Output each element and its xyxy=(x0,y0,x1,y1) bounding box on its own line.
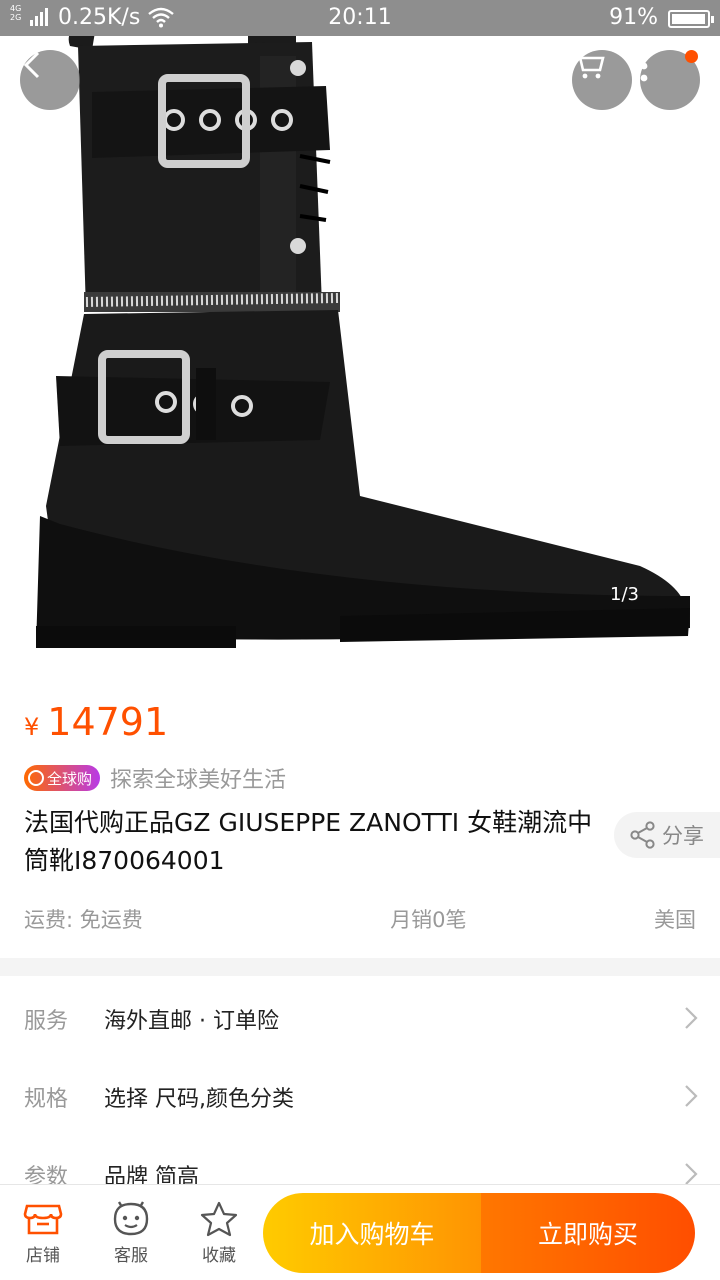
battery-icon xyxy=(668,10,714,28)
notification-dot xyxy=(685,50,698,63)
product-title: 法国代购正品GZ GIUSEPPE ZANOTTI 女鞋潮流中筒靴I870064… xyxy=(24,808,593,875)
service-value: 海外直邮 · 订单险 xyxy=(104,1009,279,1034)
service-icon xyxy=(113,1201,149,1236)
add-to-cart-button[interactable]: 加入购物车 xyxy=(263,1193,481,1273)
share-icon xyxy=(630,821,655,849)
spec-value: 选择 尺码,颜色分类 xyxy=(104,1087,294,1112)
store-label: 店铺 xyxy=(26,1246,60,1266)
more-button[interactable] xyxy=(640,50,700,110)
chevron-right-icon xyxy=(685,1163,698,1185)
shipping-fee: 运费: 免运费 xyxy=(24,908,143,932)
monthly-sales: 月销0笔 xyxy=(390,908,467,932)
favorite-label: 收藏 xyxy=(202,1246,236,1266)
share-label: 分享 xyxy=(662,824,704,848)
chevron-right-icon xyxy=(685,1007,698,1029)
price-value: 14791 xyxy=(47,700,169,744)
currency-symbol: ¥ xyxy=(24,713,40,741)
spec-key: 规格 xyxy=(24,1087,69,1112)
back-arrow-icon xyxy=(23,51,40,79)
product-gallery[interactable]: 1/3 xyxy=(0,36,720,680)
section-divider xyxy=(0,958,720,976)
service-label: 客服 xyxy=(114,1246,148,1266)
global-badge-label: 全球购 xyxy=(47,769,93,788)
price: ¥ 14791 xyxy=(24,700,168,744)
status-bar: 4G 2G 0.25K/s 20:11 91% xyxy=(0,0,720,36)
service-row[interactable]: 服务 海外直邮 · 订单险 xyxy=(0,980,720,1058)
global-row: 全球购 探索全球美好生活 xyxy=(24,764,287,793)
cart-icon xyxy=(574,51,605,79)
meta-row: 运费: 免运费 月销0笔 美国 xyxy=(24,904,696,934)
spec-row[interactable]: 规格 选择 尺码,颜色分类 xyxy=(0,1058,720,1136)
service-tab[interactable]: 客服 xyxy=(96,1197,166,1266)
store-icon xyxy=(23,1204,63,1235)
chevron-right-icon xyxy=(685,1085,698,1107)
store-tab[interactable]: 店铺 xyxy=(8,1197,78,1266)
service-key: 服务 xyxy=(24,1009,69,1034)
buy-now-button[interactable]: 立即购买 xyxy=(481,1193,695,1273)
more-icon xyxy=(640,50,648,82)
cart-button[interactable] xyxy=(572,50,632,110)
global-purchase-badge: 全球购 xyxy=(24,765,101,791)
image-pager: 1/3 xyxy=(610,584,639,605)
bottom-action-bar: 店铺 客服 收藏 加入购物车 立即购买 xyxy=(0,1184,720,1280)
origin-country: 美国 xyxy=(653,908,696,932)
star-icon xyxy=(200,1201,238,1237)
slogan: 探索全球美好生活 xyxy=(110,768,287,793)
favorite-tab[interactable]: 收藏 xyxy=(184,1197,254,1266)
battery-percent: 91% xyxy=(609,5,658,30)
share-button[interactable]: 分享 xyxy=(614,812,720,858)
global-icon xyxy=(28,770,44,786)
back-button[interactable] xyxy=(20,50,80,110)
